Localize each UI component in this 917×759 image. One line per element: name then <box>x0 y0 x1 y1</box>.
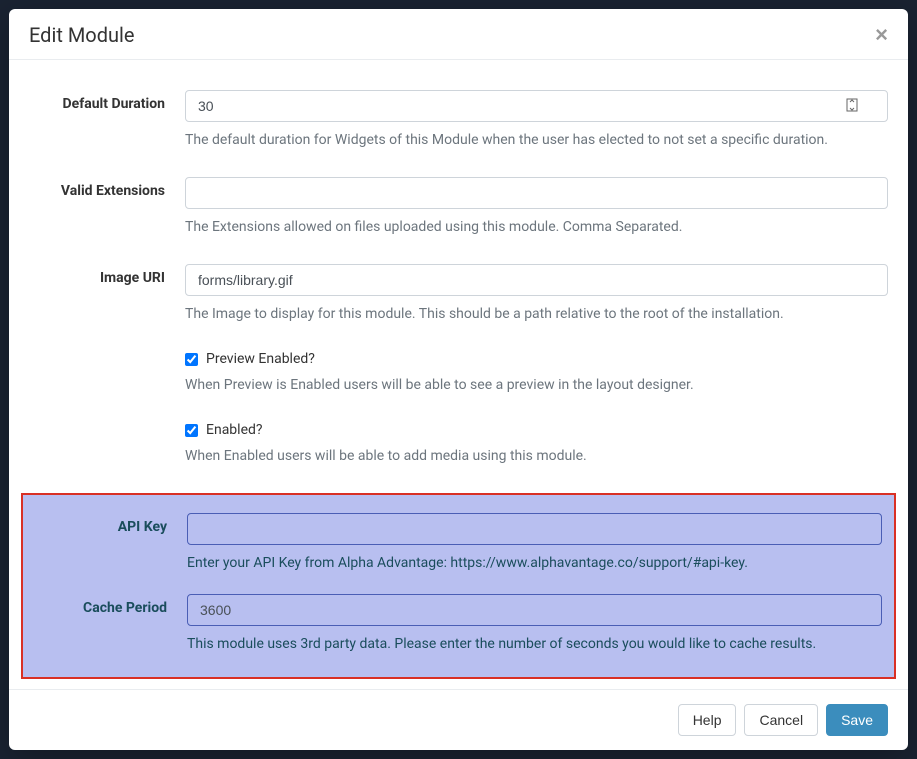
api-key-input[interactable] <box>187 513 882 545</box>
image-uri-help: The Image to display for this module. Th… <box>185 304 888 325</box>
cache-period-group: Cache Period This module uses 3rd party … <box>23 594 882 655</box>
modal-header: Edit Module × <box>9 9 908 60</box>
valid-extensions-label: Valid Extensions <box>29 177 185 199</box>
api-key-group: API Key Enter your API Key from Alpha Ad… <box>23 513 882 574</box>
edit-module-modal: Edit Module × Default Duration The defau… <box>9 9 908 750</box>
preview-enabled-checkbox[interactable] <box>185 353 198 366</box>
api-key-label: API Key <box>23 513 187 535</box>
default-duration-input[interactable] <box>185 90 888 122</box>
default-duration-label: Default Duration <box>29 90 185 112</box>
save-button[interactable]: Save <box>826 704 888 736</box>
image-uri-input[interactable] <box>185 264 888 296</box>
valid-extensions-help: The Extensions allowed on files uploaded… <box>185 217 888 238</box>
default-duration-group: Default Duration The default duration fo… <box>29 90 888 151</box>
help-button[interactable]: Help <box>678 704 737 736</box>
preview-enabled-help: When Preview is Enabled users will be ab… <box>185 375 888 396</box>
cache-period-input[interactable] <box>187 594 882 626</box>
modal-title: Edit Module <box>29 23 134 47</box>
enabled-group: Enabled? When Enabled users will be able… <box>29 422 888 467</box>
image-uri-group: Image URI The Image to display for this … <box>29 264 888 325</box>
modal-body: Default Duration The default duration fo… <box>9 60 908 689</box>
valid-extensions-group: Valid Extensions The Extensions allowed … <box>29 177 888 238</box>
close-button[interactable]: × <box>875 24 888 46</box>
preview-enabled-label: Preview Enabled? <box>206 351 315 367</box>
valid-extensions-input[interactable] <box>185 177 888 209</box>
cache-period-help: This module uses 3rd party data. Please … <box>187 634 882 655</box>
enabled-checkbox[interactable] <box>185 424 198 437</box>
enabled-help: When Enabled users will be able to add m… <box>185 446 888 467</box>
image-uri-label: Image URI <box>29 264 185 286</box>
cache-period-label: Cache Period <box>23 594 187 616</box>
preview-enabled-group: Preview Enabled? When Preview is Enabled… <box>29 351 888 396</box>
default-duration-help: The default duration for Widgets of this… <box>185 130 888 151</box>
highlighted-section: API Key Enter your API Key from Alpha Ad… <box>21 493 896 679</box>
modal-footer: Help Cancel Save <box>9 689 908 750</box>
enabled-label: Enabled? <box>206 422 263 438</box>
cancel-button[interactable]: Cancel <box>744 704 818 736</box>
api-key-help: Enter your API Key from Alpha Advantage:… <box>187 553 882 574</box>
